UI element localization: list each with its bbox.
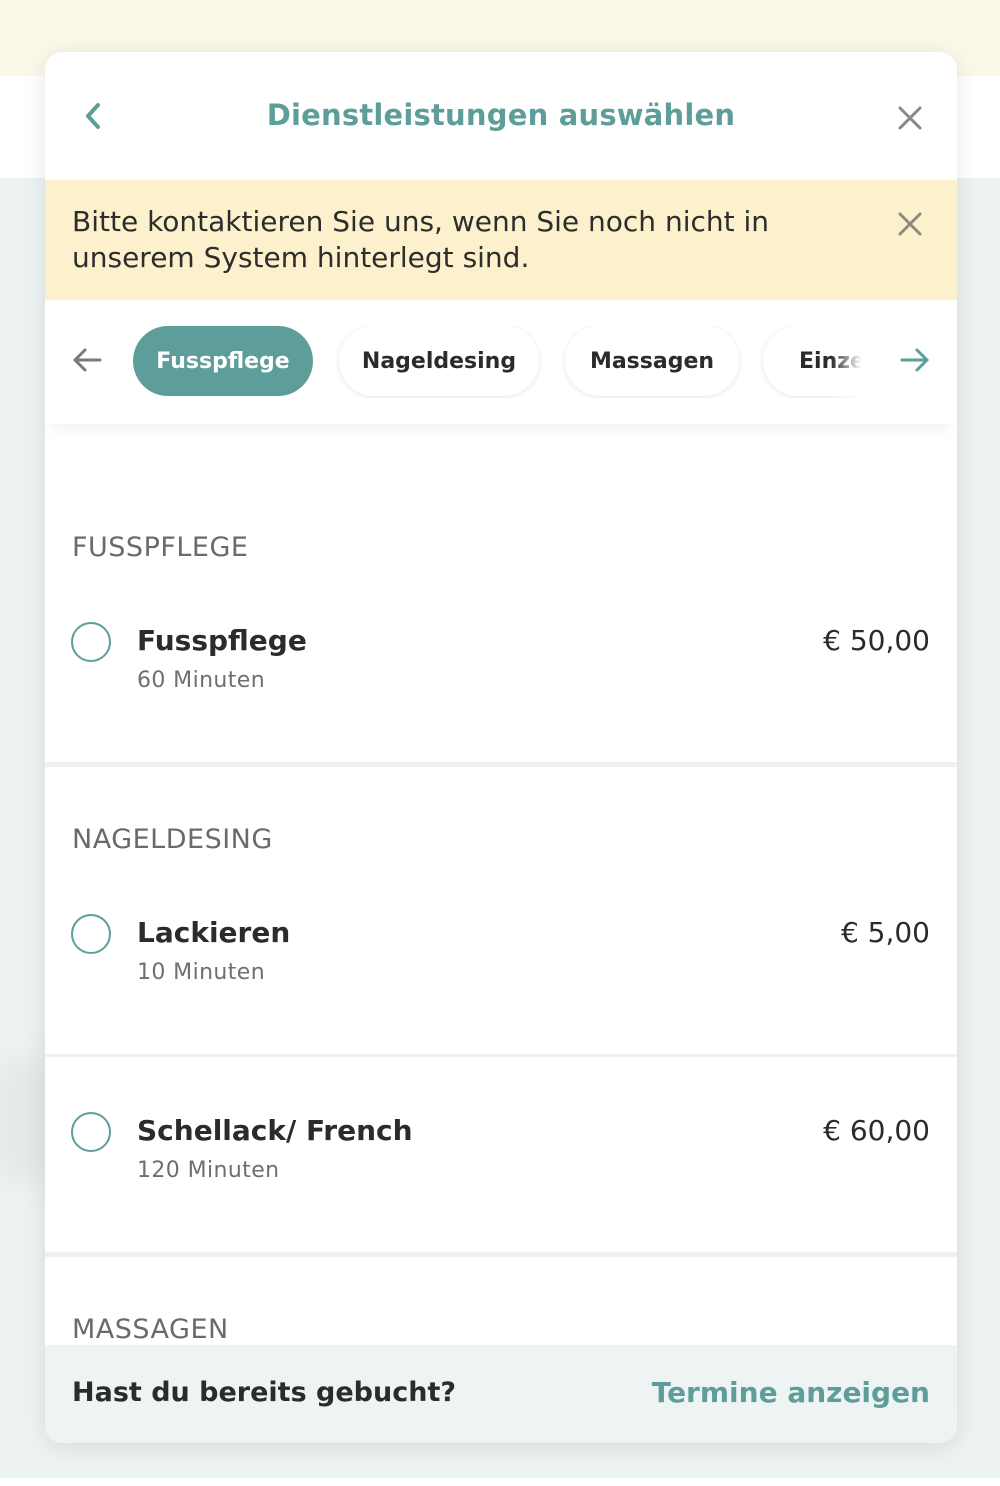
close-icon [898, 212, 922, 236]
tabs-viewport: Fusspflege Nageldesing Massagen Einzel E [131, 326, 875, 398]
service-price: € 50,00 [823, 624, 930, 657]
category-tabs: Fusspflege Nageldesing Massagen Einzel E [45, 300, 957, 424]
show-appointments-link[interactable]: Termine anzeigen [652, 1376, 930, 1409]
service-radio[interactable] [71, 914, 111, 954]
service-item-schellack-french[interactable]: Schellack/ French 120 Minuten € 60,00 [45, 1104, 957, 1204]
service-name: Schellack/ French [137, 1114, 413, 1147]
modal-title: Dienstleistungen auswählen [266, 98, 736, 132]
arrow-left-icon [73, 348, 102, 372]
close-icon [898, 106, 922, 130]
section-divider [45, 1252, 957, 1257]
tab-fusspflege[interactable]: Fusspflege [133, 326, 313, 396]
service-selection-modal: Dienstleistungen auswählen Bitte kontakt… [45, 52, 957, 1443]
notice-text: Bitte kontaktieren Sie uns, wenn Sie noc… [72, 205, 770, 274]
footer-question: Hast du bereits gebucht? [72, 1377, 457, 1408]
tab-nageldesing[interactable]: Nageldesing [339, 326, 539, 396]
service-duration: 60 Minuten [137, 668, 266, 693]
service-name: Fusspflege [137, 624, 307, 657]
modal-footer: Hast du bereits gebucht? Termine anzeige… [45, 1345, 957, 1443]
item-divider [45, 1054, 957, 1057]
notice-banner: Bitte kontaktieren Sie uns, wenn Sie noc… [45, 180, 957, 300]
section-heading-fusspflege: FUSSPFLEGE [72, 532, 249, 563]
service-duration: 10 Minuten [137, 960, 266, 985]
service-radio[interactable] [71, 622, 111, 662]
tabs-fade-overlay [831, 326, 875, 398]
background-bottom-strip [0, 1478, 1000, 1486]
arrow-right-icon [900, 348, 929, 372]
service-name: Lackieren [137, 916, 291, 949]
modal-header: Dienstleistungen auswählen [45, 52, 957, 180]
service-radio[interactable] [71, 1112, 111, 1152]
section-divider [45, 762, 957, 767]
tabs-scroll-left-button[interactable] [67, 340, 107, 380]
close-button[interactable] [890, 98, 930, 138]
notice-close-button[interactable] [890, 204, 930, 244]
section-heading-massagen: MASSAGEN [72, 1314, 229, 1345]
service-item-fusspflege[interactable]: Fusspflege 60 Minuten € 50,00 [45, 614, 957, 714]
section-heading-nageldesing: NAGELDESING [72, 824, 273, 855]
service-duration: 120 Minuten [137, 1158, 280, 1183]
tab-massagen[interactable]: Massagen [565, 326, 739, 396]
service-price: € 60,00 [823, 1114, 930, 1147]
service-item-lackieren[interactable]: Lackieren 10 Minuten € 5,00 [45, 906, 957, 1006]
tabs-scroll-right-button[interactable] [895, 340, 935, 380]
service-price: € 5,00 [840, 916, 930, 949]
